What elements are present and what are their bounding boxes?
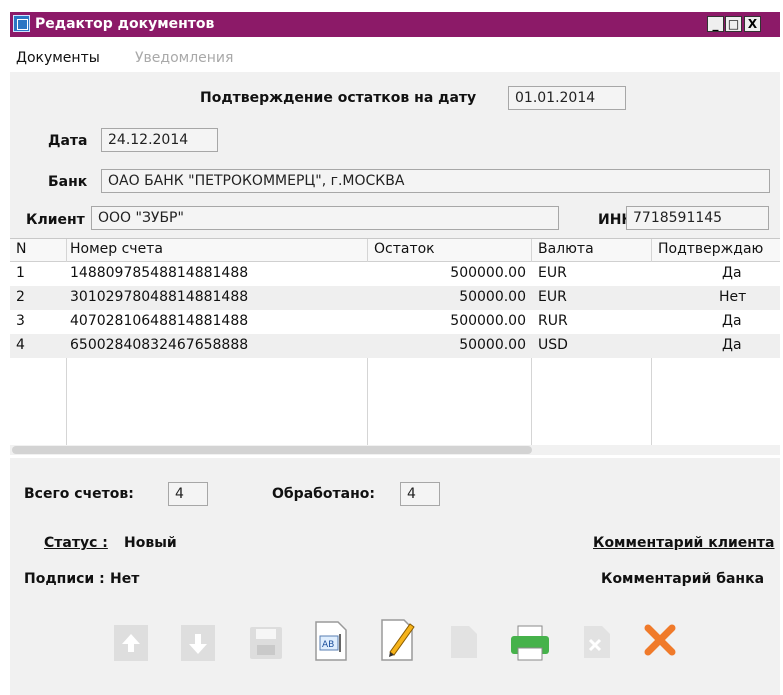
summary-panel: Всего счетов: 4 Обработано: 4 Статус : Н… [10, 458, 780, 695]
row-number: 2 [16, 289, 25, 305]
document-editor-window: Редактор документов _ □ X Документы Увед… [0, 0, 780, 695]
scrollbar-thumb[interactable] [12, 446, 532, 454]
signatures-label: Подписи : [24, 571, 105, 587]
minimize-button[interactable]: _ [707, 16, 724, 32]
total-accounts-field: 4 [168, 482, 208, 506]
arrow-up-icon [111, 622, 153, 668]
account-number: 14880978548814881488 [70, 265, 249, 281]
bank-field[interactable]: ОАО БАНК "ПЕТРОКОММЕРЦ", г.МОСКВА [101, 169, 770, 193]
pen-icon[interactable] [376, 616, 422, 668]
row-number: 3 [16, 313, 25, 329]
date-field[interactable]: 24.12.2014 [101, 128, 218, 152]
signatures-value: Нет [110, 571, 140, 587]
title-bar[interactable]: Редактор документов _ □ X [10, 12, 780, 37]
currency: EUR [538, 289, 567, 305]
print-icon[interactable] [508, 622, 554, 668]
client-comment-link[interactable]: Комментарий клиента [593, 535, 775, 551]
status-value: Новый [124, 535, 177, 551]
col-header-currency[interactable]: Валюта [538, 241, 594, 257]
client-label: Клиент [26, 212, 85, 228]
app-icon [13, 15, 30, 32]
table-header: N Номер счета Остаток Валюта Подтверждаю [10, 239, 780, 262]
account-number: 40702810648814881488 [70, 313, 249, 329]
processed-label: Обработано: [272, 486, 375, 502]
menu-documents[interactable]: Документы [16, 50, 100, 66]
col-header-confirm[interactable]: Подтверждаю [658, 241, 763, 257]
balance: 500000.00 [450, 265, 526, 281]
bank-comment-label: Комментарий банка [601, 571, 765, 587]
menu-notifications: Уведомления [135, 50, 234, 66]
row-number: 1 [16, 265, 25, 281]
currency: EUR [538, 265, 567, 281]
confirm-value: Да [722, 265, 742, 281]
close-button[interactable]: X [744, 16, 761, 32]
confirm-date-field[interactable]: 01.01.2014 [508, 86, 626, 110]
confirm-date-label: Подтверждение остатков на дату [200, 90, 477, 106]
currency: RUR [538, 313, 568, 329]
balance: 50000.00 [459, 337, 526, 353]
col-header-account[interactable]: Номер счета [70, 241, 163, 257]
table-row[interactable]: 1 14880978548814881488 500000.00 EUR Да [10, 262, 780, 286]
status-link[interactable]: Статус : [44, 535, 108, 551]
col-header-balance[interactable]: Остаток [374, 241, 435, 257]
account-number: 30102978048814881488 [70, 289, 249, 305]
inn-field[interactable]: 7718591145 [626, 206, 769, 230]
table-row[interactable]: 3 40702810648814881488 500000.00 RUR Да [10, 310, 780, 334]
bank-label: Банк [48, 174, 88, 190]
menu-bar: Документы Уведомления [10, 48, 780, 72]
copy-icon [443, 620, 485, 666]
total-accounts-label: Всего счетов: [24, 486, 134, 502]
row-number: 4 [16, 337, 25, 353]
balance: 50000.00 [459, 289, 526, 305]
col-header-n[interactable]: N [16, 241, 26, 257]
table-row[interactable]: 2 30102978048814881488 50000.00 EUR Нет [10, 286, 780, 310]
accounts-table: N Номер счета Остаток Валюта Подтверждаю… [10, 238, 780, 459]
date-label: Дата [48, 133, 88, 149]
confirm-value: Нет [719, 289, 747, 305]
processed-field: 4 [400, 482, 440, 506]
confirm-value: Да [722, 337, 742, 353]
confirm-value: Да [722, 313, 742, 329]
table-row[interactable]: 4 65002840832467658888 50000.00 USD Да [10, 334, 780, 358]
cancel-icon[interactable] [642, 622, 678, 662]
client-field[interactable]: ООО "ЗУБР" [91, 206, 559, 230]
delete-icon [576, 620, 618, 666]
text-edit-icon[interactable]: AB [310, 618, 352, 668]
restore-button[interactable]: □ [725, 16, 742, 32]
balance: 500000.00 [450, 313, 526, 329]
account-number: 65002840832467658888 [70, 337, 249, 353]
horizontal-scrollbar[interactable] [10, 445, 780, 455]
save-icon [246, 622, 288, 668]
svg-text:AB: AB [322, 640, 334, 650]
arrow-down-icon [178, 622, 220, 668]
currency: USD [538, 337, 568, 353]
window-title: Редактор документов [35, 16, 215, 32]
